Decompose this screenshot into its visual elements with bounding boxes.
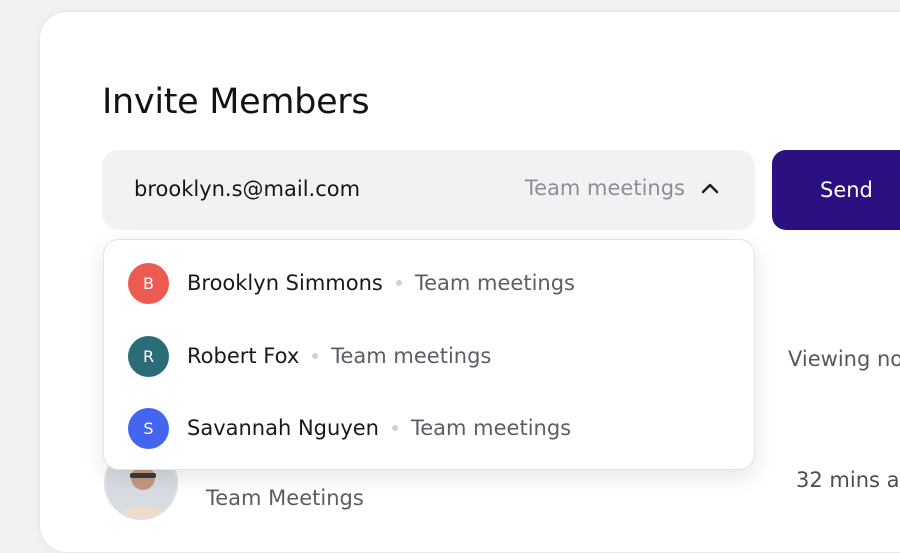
suggestion-dropdown: B Brooklyn Simmons Team meetings R Rober…: [103, 239, 755, 470]
send-button[interactable]: Send: [772, 150, 900, 230]
separator-dot-icon: [395, 280, 402, 286]
suggestion-role: Team meetings: [414, 271, 575, 295]
avatar: B: [128, 262, 169, 304]
suggestion-name: Robert Fox: [187, 344, 300, 368]
role-select-label: Team meetings: [524, 176, 685, 200]
suggestion-name: Brooklyn Simmons: [187, 271, 383, 295]
email-input[interactable]: brooklyn.s@mail.com: [134, 177, 360, 201]
separator-dot-icon: [312, 353, 319, 359]
invite-input-group[interactable]: brooklyn.s@mail.com Team meetings: [102, 150, 755, 230]
suggestion-item[interactable]: S Savannah Nguyen Team meetings: [128, 407, 571, 449]
member-status: Viewing no: [788, 347, 900, 371]
suggestion-name: Savannah Nguyen: [187, 416, 379, 440]
suggestion-role: Team meetings: [410, 416, 572, 440]
member-timestamp: 32 mins ag: [796, 468, 900, 492]
suggestion-item[interactable]: R Robert Fox Team meetings: [128, 335, 491, 377]
avatar: S: [128, 407, 169, 449]
separator-dot-icon: [391, 425, 398, 431]
role-select[interactable]: Team meetings: [525, 176, 721, 200]
member-subtitle: Team Meetings: [206, 486, 364, 510]
page-title: Invite Members: [102, 82, 370, 122]
suggestion-item[interactable]: B Brooklyn Simmons Team meetings: [128, 262, 575, 304]
suggestion-role: Team meetings: [331, 344, 492, 368]
avatar: R: [128, 335, 169, 377]
chevron-up-icon[interactable]: [699, 177, 721, 199]
